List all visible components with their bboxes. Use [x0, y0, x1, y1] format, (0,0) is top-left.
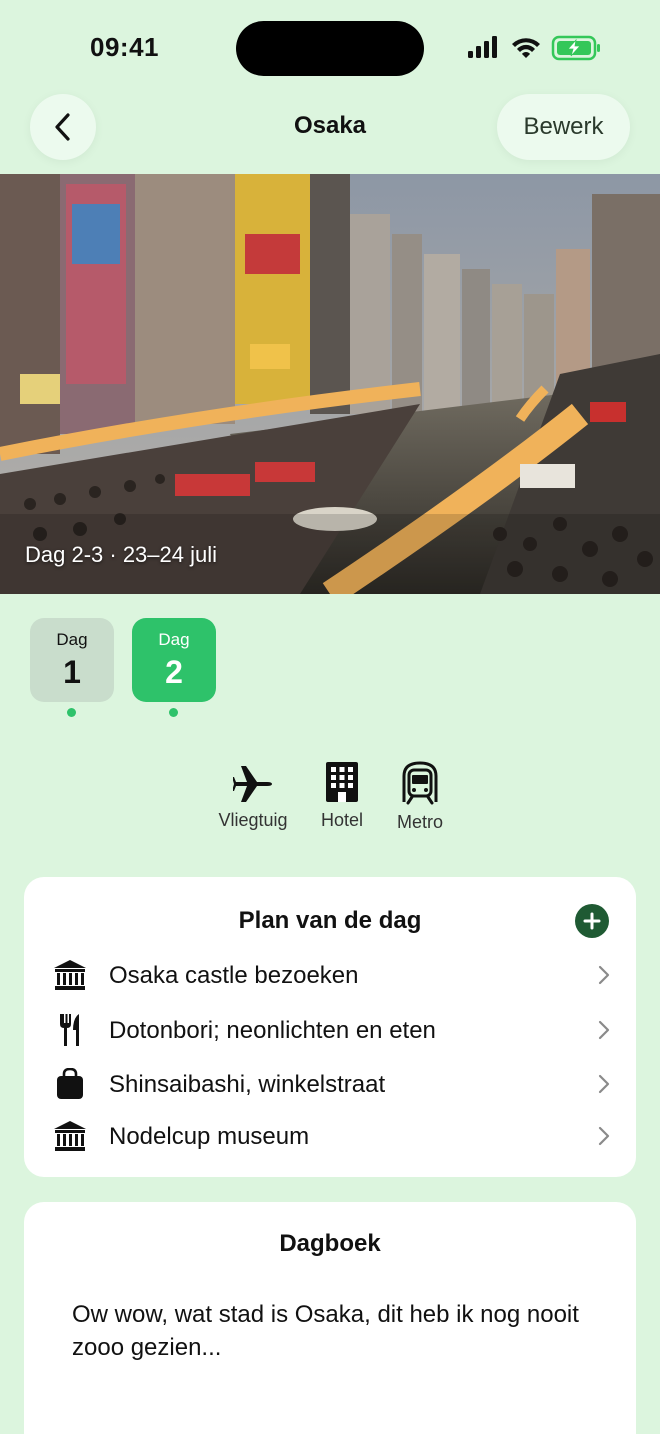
transport-label: Metro	[396, 812, 443, 832]
status-time: 09:41	[90, 32, 159, 62]
plan-item[interactable]: Dotonbori; neonlichten en eten	[24, 1004, 636, 1056]
status-bar: 09:41	[0, 0, 660, 96]
day-chip-2[interactable]: Dag 2	[132, 618, 216, 702]
plus-icon	[583, 912, 601, 930]
dynamic-island	[236, 21, 424, 76]
chevron-right-icon	[598, 1074, 610, 1094]
plan-item-label: Shinsaibashi, winkelstraat	[109, 1071, 386, 1098]
chevron-right-icon	[598, 965, 610, 985]
diary-text[interactable]: Ow wow, wat stad is Osaka, dit heb ik no…	[72, 1298, 592, 1364]
museum-icon	[50, 955, 90, 995]
plan-item[interactable]: Shinsaibashi, winkelstraat	[24, 1058, 636, 1110]
day-1-indicator-dot	[67, 708, 76, 717]
hotel-icon	[326, 762, 358, 802]
transport-airplane[interactable]: Vliegtuig	[214, 760, 292, 831]
diary-title: Dagboek	[279, 1230, 381, 1257]
museum-icon	[50, 1116, 90, 1156]
plan-item[interactable]: Osaka castle bezoeken	[24, 949, 636, 1001]
status-icons	[468, 35, 600, 61]
shopping-bag-icon	[50, 1064, 90, 1104]
nav-bar: Osaka Bewerk	[0, 90, 660, 174]
hero-caption: Dag 2-3 · 23–24 juli	[25, 542, 218, 567]
plan-card: Plan van de dag Osaka castle bezoeken Do…	[24, 877, 636, 1177]
metro-icon	[402, 761, 438, 805]
add-plan-button[interactable]	[575, 904, 609, 938]
plan-item-label: Dotonbori; neonlichten en eten	[109, 1017, 436, 1044]
hero-image: Dag 2-3 · 23–24 juli	[0, 174, 660, 594]
signal-icon	[468, 36, 497, 58]
chevron-right-icon	[598, 1020, 610, 1040]
day-2-indicator-dot	[169, 708, 178, 717]
chevron-right-icon	[598, 1126, 610, 1146]
edit-button[interactable]: Bewerk	[497, 94, 630, 160]
transport-metro[interactable]: Metro	[388, 760, 452, 833]
airplane-icon	[233, 766, 272, 802]
day-chip-1[interactable]: Dag 1	[30, 618, 114, 702]
dotonbori-photo	[0, 174, 660, 594]
wifi-icon	[512, 38, 540, 58]
fork-knife-icon	[50, 1010, 90, 1050]
day-number: 1	[63, 654, 81, 690]
plan-title: Plan van de dag	[238, 907, 422, 934]
plan-item-label: Nodelcup museum	[109, 1123, 310, 1150]
day-label: Dag	[56, 630, 88, 649]
diary-card: Dagboek Ow wow, wat stad is Osaka, dit h…	[24, 1202, 636, 1434]
plan-item-label: Osaka castle bezoeken	[109, 962, 359, 989]
transport-hotel[interactable]: Hotel	[312, 760, 372, 831]
plan-item[interactable]: Nodelcup museum	[24, 1110, 636, 1162]
battery-icon	[551, 35, 600, 61]
day-number: 2	[165, 654, 183, 690]
day-label: Dag	[158, 630, 190, 649]
transport-label: Vliegtuig	[218, 810, 288, 830]
transport-label: Hotel	[320, 810, 364, 830]
